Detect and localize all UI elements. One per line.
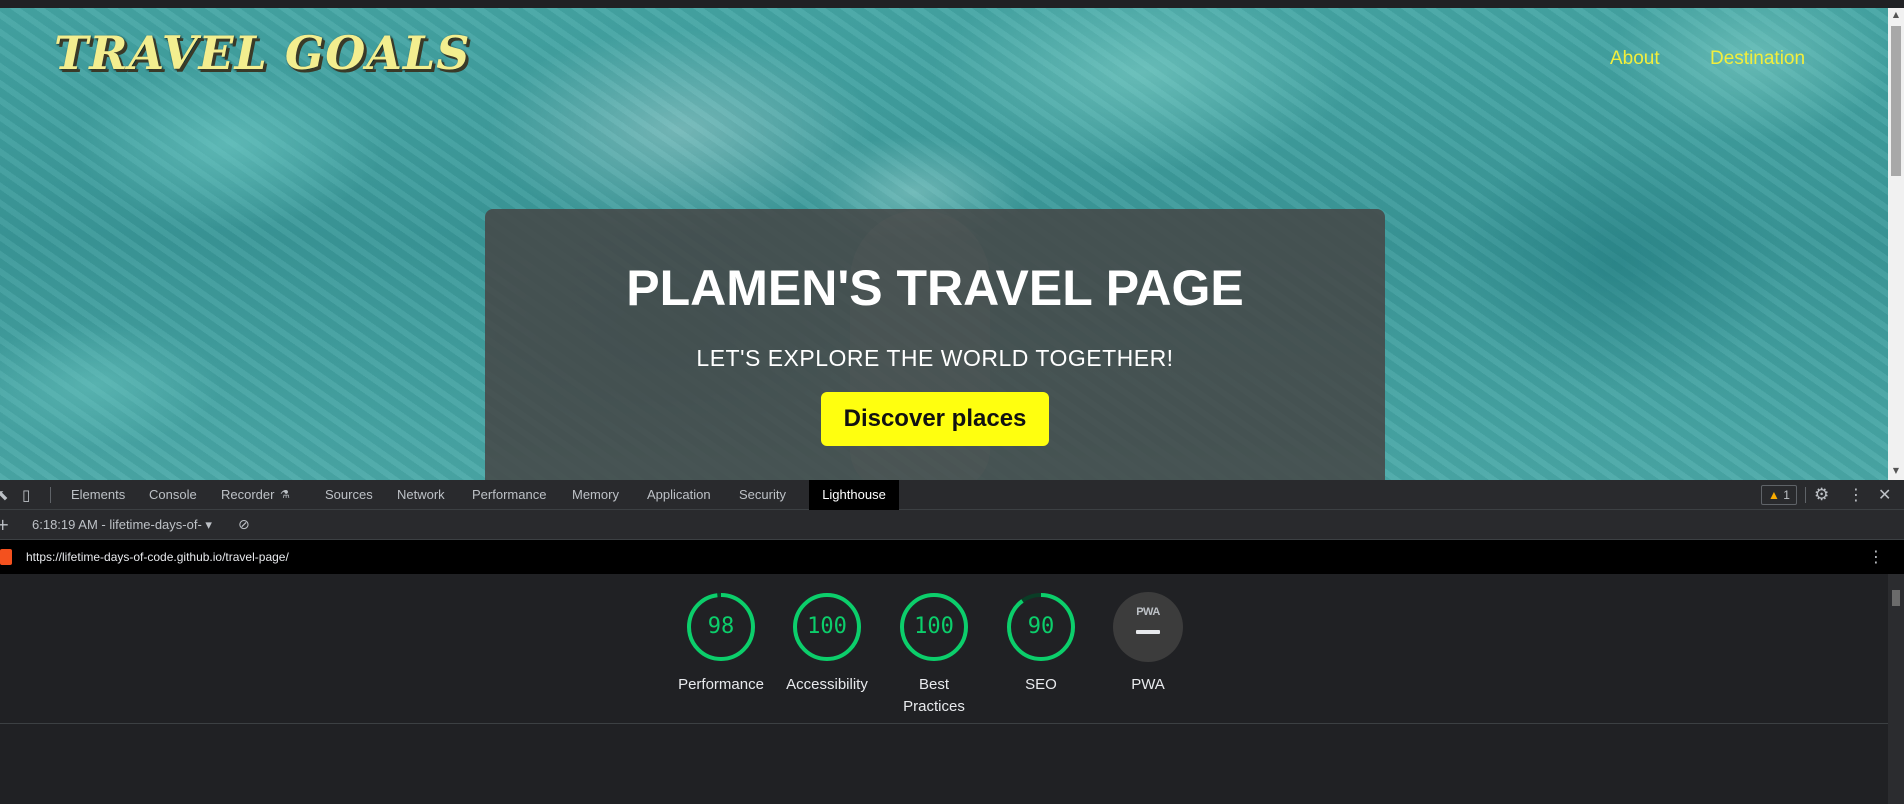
settings-gear-icon[interactable]: ⚙ [1814,480,1829,510]
pwa-badge-icon [1113,592,1183,662]
warning-icon: ▲ [1768,488,1780,502]
hero-title: PLAMEN'S TRAVEL PAGE [626,260,1244,316]
tab-network[interactable]: Network [387,480,455,510]
pwa-dash-icon [1136,630,1160,634]
gauge-label: Best Practices [903,676,965,715]
chevron-down-icon: ▾ [205,517,212,532]
gauge-value: 100 [807,614,847,639]
tab-sources[interactable]: Sources [315,480,383,510]
toolbar-divider [1805,487,1806,503]
warnings-count: 1 [1783,488,1790,502]
site-logo[interactable]: TRAVEL GOALS [54,26,471,80]
report-url-bar: https://lifetime-days-of-code.github.io/… [0,540,1904,574]
tab-security[interactable]: Security [729,480,796,510]
gauge-label: Performance [678,676,764,693]
report-url[interactable]: https://lifetime-days-of-code.github.io/… [26,540,289,574]
nav-destination-link[interactable]: Destination [1710,48,1805,70]
discover-places-button[interactable]: Discover places [821,392,1049,446]
report-select-value: 6:18:19 AM - lifetime-days-of- [32,517,202,532]
page-scrollbar-thumb[interactable] [1891,26,1901,176]
window-top-edge [0,0,1904,8]
scroll-down-icon[interactable]: ▼ [1891,466,1901,476]
gauge-value: 90 [1027,614,1055,639]
tab-lighthouse[interactable]: Lighthouse [809,480,899,510]
flask-icon: ⚗ [280,488,290,501]
toolbar-divider [50,487,51,503]
nav-about-link[interactable]: About [1610,48,1660,70]
tab-console[interactable]: Console [139,480,207,510]
device-toolbar-icon[interactable]: ▯ [22,480,30,510]
lighthouse-toolbar: + 6:18:19 AM - lifetime-days-of- ▾ ⊘ [0,510,1904,540]
tab-elements[interactable]: Elements [61,480,135,510]
devtools-panel: ⬉ ▯ Elements Console Recorder ⚗ Sources … [0,480,1904,804]
devtools-scrollbar-thumb[interactable] [1892,590,1900,606]
gauge-label: Accessibility [786,676,868,693]
report-menu-icon[interactable]: ⋮ [1868,542,1884,572]
devtools-scrollbar[interactable] [1888,574,1904,804]
close-devtools-icon[interactable]: ✕ [1878,480,1891,510]
tab-performance[interactable]: Performance [462,480,556,510]
more-options-icon[interactable]: ⋮ [1848,480,1864,510]
new-report-icon[interactable]: + [0,510,9,540]
tab-application[interactable]: Application [637,480,721,510]
water-sparkle [470,20,890,240]
hero-card: PLAMEN'S TRAVEL PAGE LET'S EXPLORE THE W… [485,209,1385,480]
gauge-value: 98 [707,614,735,639]
page-viewport: TRAVEL GOALS About Destination PLAMEN'S … [0,0,1904,480]
tab-recorder[interactable]: Recorder [211,480,284,510]
page-scrollbar[interactable]: ▲ ▼ [1888,8,1904,480]
tab-memory[interactable]: Memory [562,480,629,510]
inspect-element-icon[interactable]: ⬉ [0,480,9,510]
gauge-label: PWA [1131,676,1165,693]
warnings-badge[interactable]: ▲ 1 [1761,485,1797,505]
hero-subtitle: LET'S EXPLORE THE WORLD TOGETHER! [696,345,1174,371]
gauge-value: 100 [914,614,954,639]
devtools-tab-bar: ⬉ ▯ Elements Console Recorder ⚗ Sources … [0,480,1904,510]
gauge-label: SEO [1025,676,1057,693]
report-select-dropdown[interactable]: 6:18:19 AM - lifetime-days-of- ▾ [32,510,212,540]
clear-reports-icon[interactable]: ⊘ [238,510,250,540]
scroll-up-icon[interactable]: ▲ [1891,10,1901,20]
pwa-badge-text: PWA [1136,606,1160,618]
lighthouse-logo-icon [0,549,12,565]
score-gauges: 98 Performance 100 Accessibility 100 Bes… [0,574,1888,724]
